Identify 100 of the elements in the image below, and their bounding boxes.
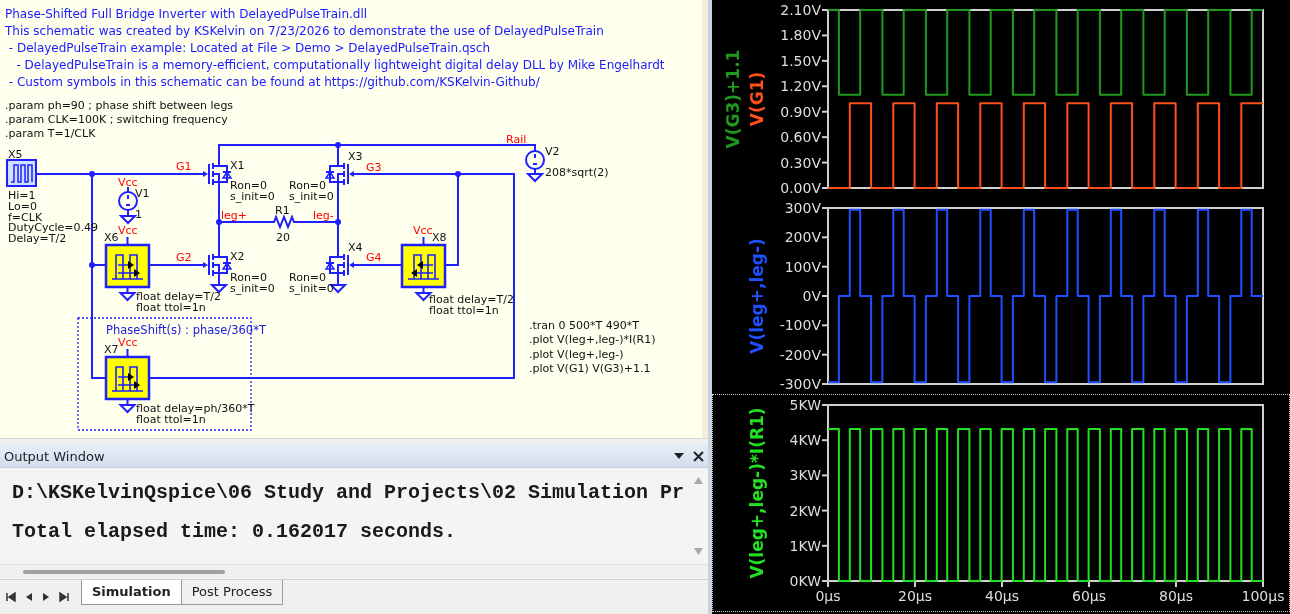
net-label: G2 <box>176 251 192 264</box>
trace-label: V(G3)+1.1 <box>723 49 743 149</box>
component-parameter: Delay=T/2 <box>8 232 67 246</box>
axis-tick-label: -200V <box>779 346 821 363</box>
schematic-comment: This schematic was created by KSKelvin on 7/23/2026 to demonstrate the use of DelayedPulseTrain <box>5 23 604 40</box>
component-parameter: Ron=0 <box>289 271 327 284</box>
component-ref: V1 <box>135 187 150 200</box>
axis-tick-label: 1.50V <box>780 52 821 69</box>
component-parameter: s_init=0 <box>230 189 275 203</box>
schematic-comment: - Custom symbols in this schematic can be found at https://github.com/KSKelvin-Github/ <box>7 74 540 91</box>
spice-directive: .param ph=90 ; phase shift between legs <box>5 99 234 112</box>
net-label: Vcc <box>118 224 138 237</box>
net-label: Vcc <box>118 176 138 189</box>
tab[interactable]: Post Process <box>180 580 284 605</box>
axis-tick-label: 2KW <box>789 502 821 519</box>
wire <box>127 186 129 193</box>
console-line: Total elapsed time: 0.162017 seconds. <box>12 519 457 545</box>
spice-directive: .plot V(G1) V(G3)+1.1 <box>529 361 651 375</box>
component-parameter: 20 <box>276 231 290 244</box>
axis-tick-label: 300V <box>784 200 821 216</box>
axis-tick-label: 0.30V <box>780 154 821 171</box>
component-parameter: Ron=0 <box>289 179 327 192</box>
axis-tick-label: 0.00V <box>780 180 821 196</box>
ground-symbol <box>118 215 138 225</box>
component-parameter: 208*sqrt(2) <box>545 166 609 179</box>
wire <box>534 168 536 175</box>
component-parameter: float delay=T/2 <box>136 290 221 303</box>
junction-dot <box>335 219 341 225</box>
component-ref: X4 <box>348 241 363 254</box>
component-ref: X8 <box>432 231 447 244</box>
component-parameter: 1 <box>135 208 142 221</box>
axis-tick-label: 0V <box>802 288 821 304</box>
axis-tick-label: -300V <box>779 376 821 392</box>
scrollbar-thumb[interactable] <box>23 570 225 574</box>
component-parameter: Ron=0 <box>230 271 268 284</box>
schematic-comment: - DelayedPulseTrain example: Located at File > Demo > DelayedPulseTrain.qsch <box>7 40 491 57</box>
net-label: G3 <box>366 161 382 174</box>
component-parameter: s_init=0 <box>230 281 275 295</box>
component-ref: X2 <box>230 250 245 263</box>
axis-tick-label: 40µs <box>985 588 1019 604</box>
component-parameter: float delay=ph/360*T <box>136 402 255 415</box>
junction-dot <box>335 142 341 148</box>
previous-icon[interactable] <box>25 592 33 602</box>
net-label: G4 <box>366 251 382 264</box>
axis-tick-label: 0µs <box>815 588 841 604</box>
axis-tick-label: 4KW <box>789 432 821 449</box>
net-label: leg- <box>313 209 334 222</box>
group-label: PhaseShift(s) : phase/360*T <box>106 323 266 337</box>
axis-tick-label: 80µs <box>1159 588 1193 604</box>
component-parameter: Lo=0 <box>8 199 37 213</box>
ground-symbol <box>209 284 229 294</box>
component-ref: R1 <box>275 204 290 217</box>
junction-dot <box>216 219 222 225</box>
component-parameter: f=CLK <box>8 210 43 224</box>
axis-tick-label: 1KW <box>789 537 821 554</box>
axis-tick-label: 100µs <box>1241 588 1285 604</box>
last-page-icon[interactable] <box>59 592 69 602</box>
wire <box>127 209 129 217</box>
axis-tick-label: 0.90V <box>780 103 821 120</box>
trace-label: V(leg+,leg-) <box>747 238 767 354</box>
component-ref: X7 <box>104 343 119 356</box>
pulse-source-symbol <box>6 159 37 187</box>
axis-tick-label: 3KW <box>789 467 821 484</box>
component-parameter: s_init=0 <box>289 281 334 295</box>
trace-label: V(leg+,leg-)*I(R1) <box>747 407 767 579</box>
next-icon[interactable] <box>42 592 50 602</box>
component-parameter: Hi=1 <box>8 189 36 202</box>
schematic-comment: Phase-Shifted Full Bridge Inverter with DelayedPulseTrain.dll <box>5 6 368 23</box>
axis-tick-label: 2.10V <box>780 2 821 18</box>
console-line: D:\KSKelvinQspice\06 Study and Projects\02 Simulation Pr <box>12 480 685 506</box>
ground-symbol <box>525 173 545 183</box>
component-ref: X1 <box>230 159 245 172</box>
ground-symbol <box>118 292 137 302</box>
schematic-comment: - DelayedPulseTrain is a memory-efficient, computationally lightweight digital delay DLL by Mike Engelhardt <box>15 57 665 74</box>
axis-tick-label: 60µs <box>1072 588 1106 604</box>
axis-tick-label: 100V <box>784 258 821 275</box>
axis-tick-label: 0.60V <box>780 129 821 146</box>
ground-symbol <box>118 404 137 414</box>
spice-directive: .param CLK=100K ; switching frequency <box>5 113 228 126</box>
panel-title: Output Window <box>4 448 106 464</box>
component-parameter: s_init=0 <box>289 189 334 203</box>
component-parameter: float delay=T/2 <box>429 293 514 306</box>
tab[interactable]: Simulation <box>81 580 182 605</box>
first-page-icon[interactable] <box>6 592 16 602</box>
resistor-symbol <box>269 214 296 230</box>
component-ref: V2 <box>545 145 560 158</box>
net-label: leg+ <box>221 209 248 222</box>
dropdown-icon[interactable] <box>673 452 685 460</box>
junction-dot <box>89 262 95 268</box>
spice-directive: .tran 0 500*T 490*T <box>529 319 639 332</box>
component-ref: X5 <box>8 148 23 161</box>
component-ref: X6 <box>104 231 119 244</box>
axis-tick-label: 5KW <box>789 397 821 413</box>
axis-tick-label: 200V <box>784 229 821 246</box>
net-label: Rail <box>506 133 527 146</box>
net-label: Vcc <box>413 224 433 237</box>
close-icon[interactable] <box>693 450 704 462</box>
spice-directive: .param T=1/CLK <box>5 127 96 140</box>
net-label: Vcc <box>118 336 138 349</box>
net-label: G1 <box>176 160 192 173</box>
